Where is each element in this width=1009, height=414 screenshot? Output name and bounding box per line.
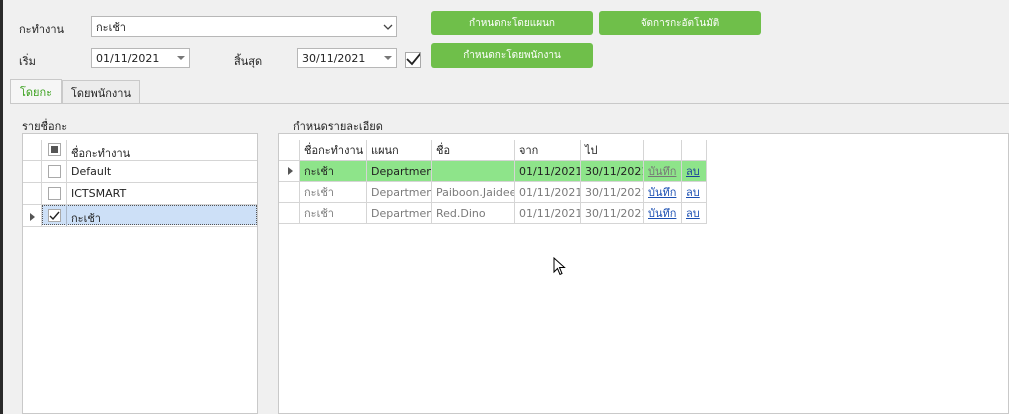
- details-grid-panel: ชื่อกะทำงาน แผนก ชื่อ จาก ไป กะเช้า Depa…: [278, 133, 1009, 414]
- cell-from[interactable]: 01/11/2021: [515, 203, 581, 224]
- dropdown-arrow-icon[interactable]: [173, 49, 189, 67]
- details-header-row: ชื่อกะทำงาน แผนก ชื่อ จาก ไป: [279, 140, 707, 161]
- shift-name: ICTSMART: [71, 187, 127, 200]
- delete-link[interactable]: ลบ: [686, 162, 700, 180]
- row-checkbox[interactable]: [48, 187, 61, 200]
- cell-to[interactable]: 30/11/2021: [581, 203, 644, 224]
- tab-by-shift[interactable]: โดยกะ: [10, 79, 62, 104]
- end-label: สิ้นสุด: [234, 55, 263, 68]
- row-indicator-icon: [30, 211, 35, 224]
- cell-from[interactable]: 01/11/2021: [515, 161, 581, 182]
- window-left-edge: [0, 0, 3, 414]
- row-checkbox-checked[interactable]: [48, 209, 61, 222]
- col-shift-name: ชื่อกะทำงาน: [300, 140, 367, 161]
- tab-by-employee[interactable]: โดยพนักงาน: [62, 80, 140, 104]
- list-item-selected[interactable]: กะเช้า: [23, 205, 257, 227]
- delete-link-cell: ลบ: [682, 182, 707, 203]
- cell-department[interactable]: Department: [367, 203, 432, 224]
- start-date-picker[interactable]: 01/11/2021: [91, 48, 190, 68]
- cell-shift[interactable]: กะเช้า: [300, 182, 367, 203]
- mouse-cursor-icon: [553, 256, 567, 280]
- save-link-cell: บันทึก: [644, 161, 682, 182]
- delete-link-cell: ลบ: [682, 203, 707, 224]
- col-department: แผนก: [367, 140, 432, 161]
- table-row[interactable]: กะเช้า Department Paiboon.Jaidee 01/11/2…: [279, 182, 707, 203]
- shift-select-value: กะเช้า: [96, 20, 126, 34]
- row-indicator-cell: [279, 203, 300, 224]
- save-link-cell: บันทึก: [644, 203, 682, 224]
- cell-from[interactable]: 01/11/2021: [515, 182, 581, 203]
- delete-link[interactable]: ลบ: [686, 183, 700, 201]
- table-row[interactable]: กะเช้า Department Red.Dino 01/11/2021 30…: [279, 203, 707, 224]
- save-link-cell: บันทึก: [644, 182, 682, 203]
- assign-by-employee-button[interactable]: กำหนดกะโดยพนักงาน: [431, 43, 593, 68]
- cell-name[interactable]: Red.Dino: [432, 203, 515, 224]
- col-save: [644, 140, 682, 161]
- save-link[interactable]: บันทึก: [648, 204, 676, 222]
- shift-select[interactable]: กะเช้า: [91, 16, 397, 37]
- row-indicator-icon: [279, 161, 300, 182]
- dropdown-arrow-icon[interactable]: [380, 49, 396, 67]
- start-label: เริ่ม: [19, 55, 36, 68]
- cell-shift[interactable]: กะเช้า: [300, 161, 367, 182]
- cell-department[interactable]: Department: [367, 161, 432, 182]
- select-all-checkbox[interactable]: [48, 143, 61, 156]
- start-date-value: 01/11/2021: [96, 51, 160, 65]
- delete-link[interactable]: ลบ: [686, 204, 700, 222]
- shift-name-column-header: ชื่อกะทำงาน: [71, 147, 131, 160]
- shift-label: กะทำงาน: [19, 23, 65, 36]
- list-item[interactable]: ICTSMART: [23, 183, 257, 205]
- cell-shift[interactable]: กะเช้า: [300, 203, 367, 224]
- col-name: ชื่อ: [432, 140, 515, 161]
- cell-name[interactable]: Paiboon.Jaidee: [432, 182, 515, 203]
- shift-list-panel: ชื่อกะทำงาน Default ICTSMART กะเช้า: [22, 133, 258, 414]
- delete-link-cell: ลบ: [682, 161, 707, 182]
- shift-list-header-row: ชื่อกะทำงาน: [23, 140, 257, 161]
- cell-name[interactable]: [432, 161, 515, 182]
- save-link[interactable]: บันทึก: [648, 183, 676, 201]
- header-indicator-cell: [279, 140, 300, 161]
- cell-to[interactable]: 30/11/2021: [581, 161, 644, 182]
- row-indicator-cell: [279, 182, 300, 203]
- col-from: จาก: [515, 140, 581, 161]
- cell-to[interactable]: 30/11/2021: [581, 182, 644, 203]
- tab-strip-divider: [10, 103, 1009, 104]
- shift-name: Default: [71, 165, 112, 178]
- end-date-value: 30/11/2021: [302, 51, 366, 65]
- list-item[interactable]: Default: [23, 161, 257, 183]
- col-delete: [682, 140, 707, 161]
- tab-by-shift-label: โดยกะ: [19, 86, 53, 99]
- row-checkbox[interactable]: [48, 165, 61, 178]
- save-link[interactable]: บันทึก: [648, 162, 676, 180]
- end-date-checkbox[interactable]: [405, 52, 421, 68]
- auto-manage-shift-button[interactable]: จัดการกะอัตโนมัติ: [599, 11, 761, 35]
- cell-department[interactable]: Department: [367, 182, 432, 203]
- col-to: ไป: [581, 140, 644, 161]
- table-row-current[interactable]: กะเช้า Department 01/11/2021 30/11/2021 …: [279, 161, 707, 182]
- shift-name: กะเช้า: [71, 212, 101, 225]
- assign-by-department-button[interactable]: กำหนดกะโดยแผนก: [431, 11, 593, 35]
- chevron-down-icon[interactable]: [380, 17, 396, 36]
- end-date-picker[interactable]: 30/11/2021: [297, 48, 397, 68]
- tab-by-employee-label: โดยพนักงาน: [71, 86, 131, 100]
